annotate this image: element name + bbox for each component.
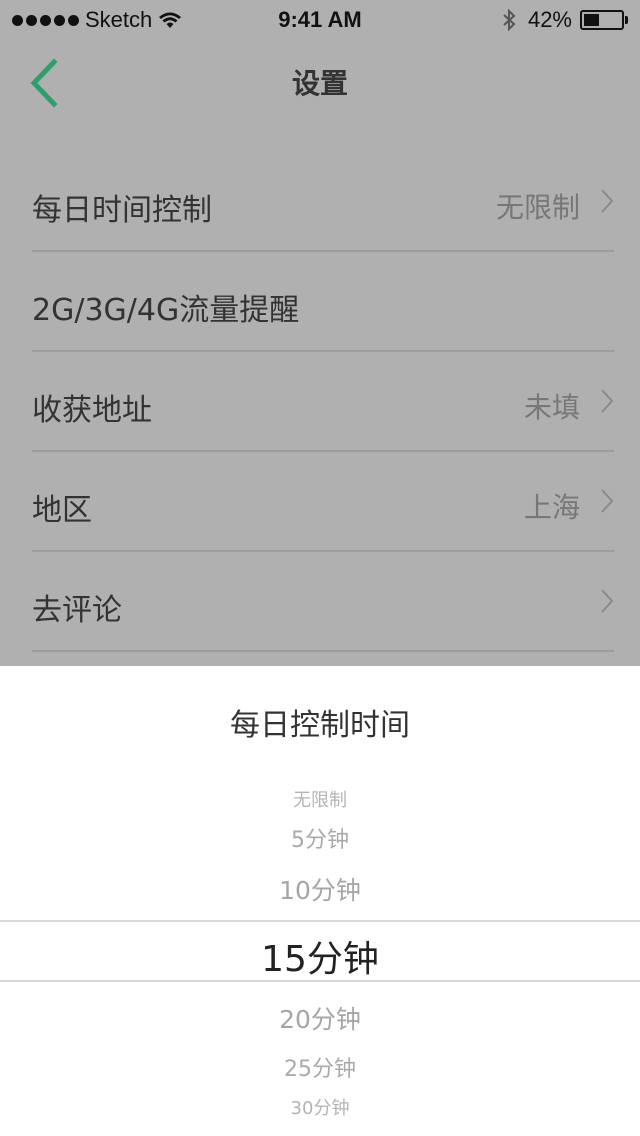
row-label: 地区	[32, 493, 92, 528]
picker-option-selected[interactable]: 15分钟	[0, 930, 640, 982]
battery-tip	[625, 16, 628, 24]
settings-row-region[interactable]: 地区 上海	[32, 452, 614, 552]
settings-row-address[interactable]: 收获地址 未填	[32, 352, 614, 452]
picker-option[interactable]: 5分钟	[0, 822, 640, 854]
row-value: 无限制	[495, 191, 580, 224]
nav-bar: 设置	[0, 40, 640, 128]
status-bar: Sketch 9:41 AM 42%	[0, 0, 640, 40]
settings-row-data-alert[interactable]: 2G/3G/4G流量提醒	[32, 252, 614, 352]
settings-row-daily-time[interactable]: 每日时间控制 无限制	[32, 152, 614, 252]
settings-row-review[interactable]: 去评论	[32, 552, 614, 652]
row-label: 收获地址	[32, 393, 152, 428]
picker-option[interactable]: 10分钟	[0, 871, 640, 907]
row-label: 2G/3G/4G流量提醒	[32, 293, 300, 328]
row-label: 去评论	[32, 593, 122, 628]
page-title: 设置	[291, 67, 348, 100]
row-value: 未填	[523, 391, 580, 424]
battery-fill	[584, 14, 600, 26]
picker-title: 每日控制时间	[230, 708, 410, 743]
picker-option[interactable]: 30分钟	[0, 1094, 640, 1120]
picker-option[interactable]: 无限制	[0, 786, 640, 812]
chevron-right-icon	[601, 189, 614, 213]
chevron-right-icon	[601, 389, 614, 413]
battery-icon	[580, 10, 624, 30]
picker-option[interactable]: 25分钟	[0, 1051, 640, 1083]
battery-percent: 42%	[527, 7, 572, 32]
status-right: 42%	[502, 7, 628, 33]
picker-option[interactable]: 20分钟	[0, 1000, 640, 1036]
chevron-right-icon	[601, 589, 614, 613]
settings-list: 每日时间控制 无限制 2G/3G/4G流量提醒 收获地址 未填 地区 上海 去评…	[0, 152, 640, 652]
row-label: 每日时间控制	[32, 193, 212, 228]
time-picker-sheet[interactable]: 每日控制时间 无限制 5分钟 10分钟 15分钟 20分钟 25分钟 30分钟	[0, 666, 640, 1136]
row-value: 上海	[523, 491, 580, 524]
bluetooth-icon	[503, 8, 516, 32]
chevron-right-icon	[601, 489, 614, 513]
